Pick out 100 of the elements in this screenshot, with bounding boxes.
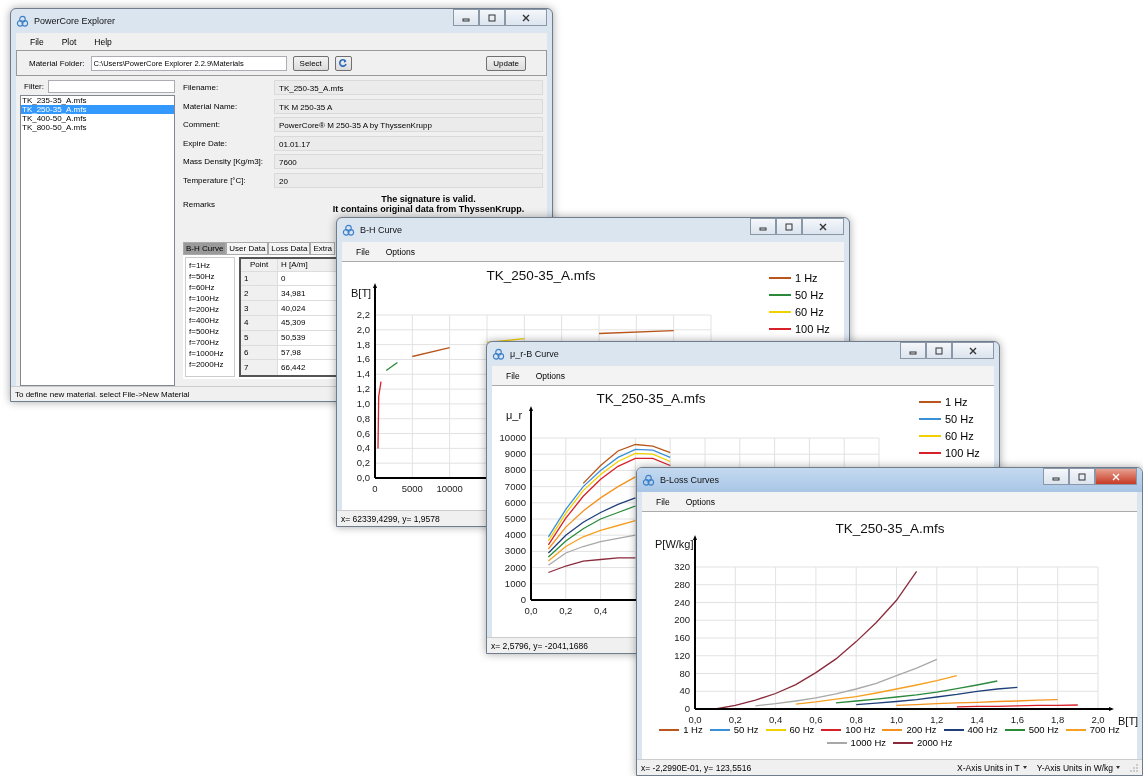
tick-label: 1,2 (930, 714, 944, 725)
legend-label: 1 Hz (945, 396, 968, 408)
tick-label: 10000 (436, 483, 463, 494)
axis-label: B[T] (351, 287, 372, 299)
units-dropdown[interactable]: Y-Axis Units in W/kg (1036, 762, 1120, 773)
legend-label: 60 Hz (789, 724, 815, 735)
tick-label: 5000 (401, 483, 423, 494)
frequency-item[interactable]: f=60Hz (189, 281, 231, 293)
tab[interactable]: B-H Curve (183, 241, 227, 255)
tick-label: 1,8 (356, 338, 370, 350)
chart-title: TK_250-35_A.mfs (835, 521, 945, 536)
legend-label: 500 Hz (1028, 724, 1059, 735)
menu-item[interactable]: File (656, 496, 670, 507)
tick-label: 0,0 (688, 714, 702, 725)
tick-label: 0,2 (728, 714, 742, 725)
field-label: Temperature [°C]: (183, 175, 247, 185)
tick-label: 0,4 (769, 714, 783, 725)
field-value: PowerCore® M 250-35 A by ThyssenKrupp (274, 117, 543, 132)
window-title: B-H Curve (360, 225, 402, 235)
tick-label: 0,4 (594, 605, 608, 616)
window-title: PowerCore Explorer (34, 16, 116, 26)
frequency-item[interactable]: f=2000Hz (189, 358, 231, 370)
frequency-item[interactable]: f=100Hz (189, 292, 231, 304)
remarks-label: Remarks (183, 199, 216, 209)
legend-label: 100 Hz (795, 323, 830, 335)
menu-item[interactable]: File (506, 370, 520, 381)
tick-label: 0 (520, 594, 526, 605)
tick-label: 8000 (504, 464, 526, 476)
menu-item[interactable]: Plot (61, 36, 77, 47)
frequency-item[interactable]: f=400Hz (189, 314, 231, 326)
tick-label: 200 (674, 614, 690, 626)
tick-label: 240 (674, 596, 690, 608)
tick-label: 1,2 (356, 383, 370, 395)
legend-label: 60 Hz (945, 430, 974, 442)
material-list-entry[interactable]: TK_235-35_A.mfs (21, 96, 174, 105)
axis-label: B[T] (1118, 715, 1139, 727)
status-text: x= 2,5796, y= -2041,1686 (491, 640, 588, 651)
tick-label: 0,6 (809, 714, 823, 725)
legend-label: 1 Hz (683, 724, 703, 735)
filter-label: Filter: (24, 82, 44, 91)
tab[interactable]: User Data (226, 241, 269, 255)
menu-item[interactable]: Options (685, 496, 715, 507)
window-title: B-Loss Curves (660, 475, 720, 485)
legend-label: 60 Hz (795, 306, 824, 318)
legend-label: 100 Hz (945, 447, 980, 459)
legend-label: 50 Hz (795, 289, 824, 301)
tick-label: 0,2 (559, 605, 573, 616)
tick-label: 1,6 (1010, 714, 1024, 725)
tick-label: 280 (674, 578, 690, 590)
tick-label: 5000 (504, 513, 526, 524)
legend-label: 700 Hz (1089, 724, 1120, 735)
menu-item[interactable]: Options (385, 246, 415, 257)
folder-label: Material Folder: (29, 58, 85, 68)
material-list-entry[interactable]: TK_800-50_A.mfs (21, 123, 174, 132)
menu-item[interactable]: Help (94, 36, 112, 47)
axis-label: P[W/kg] (655, 538, 694, 550)
menu-item[interactable]: File (356, 246, 370, 257)
tick-label: 1,4 (356, 368, 370, 380)
frequency-item[interactable]: f=1000Hz (189, 347, 231, 359)
field-label: Filename: (183, 83, 220, 92)
frequency-item[interactable]: f=1Hz (189, 259, 231, 271)
tick-label: 2,0 (1091, 714, 1105, 725)
tick-label: 4000 (504, 529, 526, 541)
tick-label: 0,0 (524, 605, 538, 616)
tick-label: 6000 (504, 496, 526, 508)
legend-label: 1000 Hz (850, 737, 886, 748)
tick-label: 0,0 (356, 472, 370, 483)
axis-label: μ_r (506, 409, 523, 421)
update-button[interactable]: Update (486, 55, 526, 71)
tick-label: 0 (684, 703, 690, 714)
legend-label: 400 Hz (967, 724, 998, 735)
select-button[interactable]: Select (292, 55, 329, 71)
menu-item[interactable]: File (30, 36, 44, 47)
field-label: Expire Date: (183, 138, 229, 148)
material-list-entry[interactable]: TK_400-50_A.mfs (21, 114, 174, 123)
units-dropdown[interactable]: X-Axis Units in T (957, 762, 1027, 773)
tick-label: 320 (674, 561, 690, 572)
tick-label: 0,6 (356, 427, 370, 439)
field-value: 7600 (274, 154, 543, 169)
tick-label: 7000 (504, 480, 526, 492)
frequency-item[interactable]: f=50Hz (189, 270, 231, 282)
tick-label: 1,8 (1051, 714, 1065, 725)
tick-label: 0,2 (356, 457, 370, 469)
frequency-item[interactable]: f=700Hz (189, 336, 231, 348)
tick-label: 0,4 (356, 442, 370, 454)
legend-label: 2000 Hz (917, 737, 953, 748)
frequency-item[interactable]: f=500Hz (189, 325, 231, 337)
tick-label: 3000 (504, 545, 526, 557)
legend-label: 200 Hz (906, 724, 937, 735)
menu-item[interactable]: Options (535, 370, 565, 381)
tick-label: 2,2 (356, 309, 370, 320)
window-title: μ_r-B Curve (510, 349, 559, 359)
tick-label: 1,0 (889, 714, 904, 725)
tab[interactable]: Loss Data (268, 241, 311, 255)
field-value: 20 (274, 172, 543, 188)
tick-label: 2000 (504, 561, 526, 573)
tick-label: 160 (674, 632, 690, 643)
tab[interactable]: Extra (310, 241, 336, 255)
tick-label: 1,6 (356, 353, 370, 365)
frequency-item[interactable]: f=200Hz (189, 303, 231, 315)
